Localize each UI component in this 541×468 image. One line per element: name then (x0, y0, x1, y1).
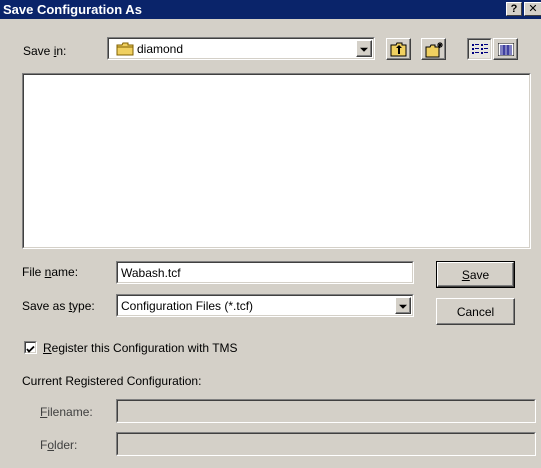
list-view-button[interactable] (467, 38, 492, 60)
current-folder-field (116, 432, 536, 456)
cancel-label: Cancel (456, 304, 495, 319)
details-view-icon (497, 42, 515, 59)
checkmark-icon (26, 343, 35, 357)
current-folder-label: Folder: (40, 438, 78, 452)
new-folder-icon (425, 41, 444, 61)
save-as-type-value: Configuration Files (*.tcf) (121, 298, 254, 313)
save-configuration-dialog: Save Configuration As ? ✕ Save in: diamo… (0, 0, 541, 468)
save-as-type-label: Save as type: (22, 299, 95, 313)
up-one-level-button[interactable] (386, 38, 411, 60)
save-in-combobox[interactable]: diamond (107, 37, 375, 60)
file-list[interactable] (22, 73, 531, 249)
current-filename-label: Filename: (40, 405, 93, 419)
file-name-label: File name: (22, 265, 79, 279)
register-label[interactable]: Register this Configuration with TMS (43, 341, 238, 355)
close-button[interactable]: ✕ (524, 2, 541, 16)
help-button[interactable]: ? (506, 2, 522, 16)
save-in-value: diamond (137, 41, 184, 56)
help-icon: ? (510, 3, 518, 15)
current-config-heading: Current Registered Configuration: (22, 374, 202, 388)
list-view-icon (472, 43, 488, 59)
up-folder-icon (390, 42, 408, 60)
window-title: Save Configuration As (3, 2, 142, 17)
chevron-down-icon (399, 304, 407, 309)
save-as-type-dropdown-button[interactable] (395, 297, 411, 314)
save-in-label: Save in: (23, 44, 67, 58)
folder-icon (116, 42, 134, 59)
save-in-dropdown-button[interactable] (356, 40, 372, 57)
details-view-button[interactable] (493, 38, 518, 60)
register-checkbox[interactable] (24, 341, 37, 354)
file-name-input[interactable]: Wabash.tcf (116, 261, 414, 284)
save-as-type-select[interactable]: Configuration Files (*.tcf) (116, 294, 414, 317)
file-name-value: Wabash.tcf (121, 265, 181, 280)
create-new-folder-button[interactable] (421, 38, 446, 60)
save-button[interactable]: Save (436, 261, 515, 288)
close-icon: ✕ (528, 3, 538, 15)
cancel-button[interactable]: Cancel (436, 298, 515, 325)
current-filename-field (116, 399, 536, 423)
chevron-down-icon (360, 47, 368, 52)
title-bar[interactable]: Save Configuration As (0, 0, 541, 19)
